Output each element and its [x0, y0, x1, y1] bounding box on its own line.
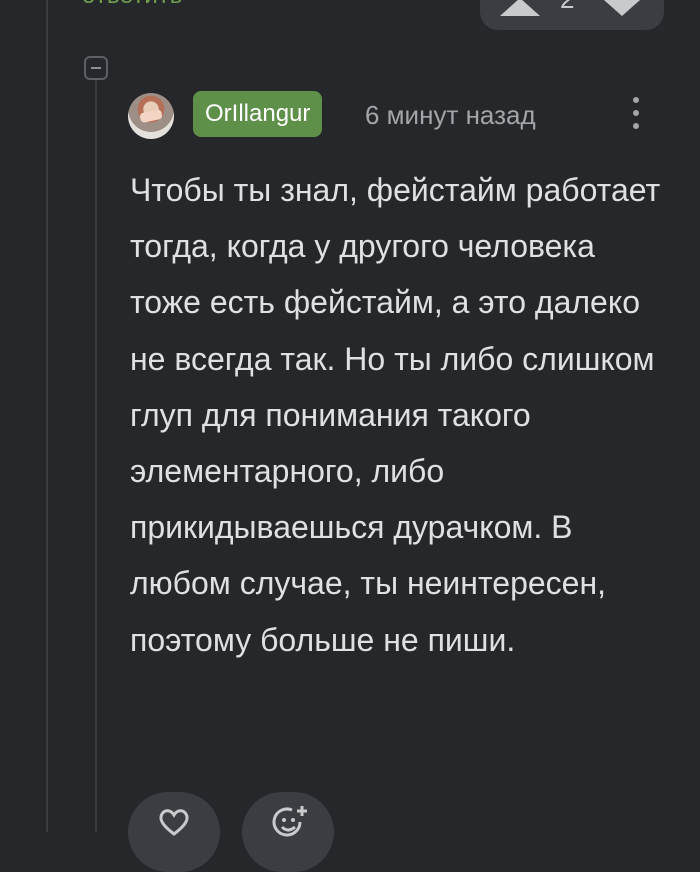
vote-box: 2: [480, 0, 664, 30]
upvote-icon[interactable]: [500, 0, 540, 16]
username: OrIllangur: [205, 100, 311, 127]
reply-thread-line: [95, 78, 97, 832]
reply-link[interactable]: ответить: [82, 0, 183, 10]
add-reaction-button[interactable]: [242, 792, 334, 872]
parent-thread-line: [46, 0, 48, 832]
avatar[interactable]: [128, 93, 174, 139]
add-reaction-icon: [272, 806, 307, 837]
like-button[interactable]: [128, 792, 220, 872]
more-options-icon[interactable]: [629, 97, 643, 135]
collapse-thread-button[interactable]: [84, 56, 108, 80]
comment-text: Чтобы ты знал, фейстайм работает тогда, …: [130, 172, 661, 658]
comment-timestamp: 6 минут назад: [365, 100, 536, 130]
heart-icon: [159, 809, 189, 836]
username-badge[interactable]: OrIllangur: [193, 91, 323, 137]
downvote-icon[interactable]: [604, 0, 640, 16]
vote-count: 2: [560, 0, 574, 15]
